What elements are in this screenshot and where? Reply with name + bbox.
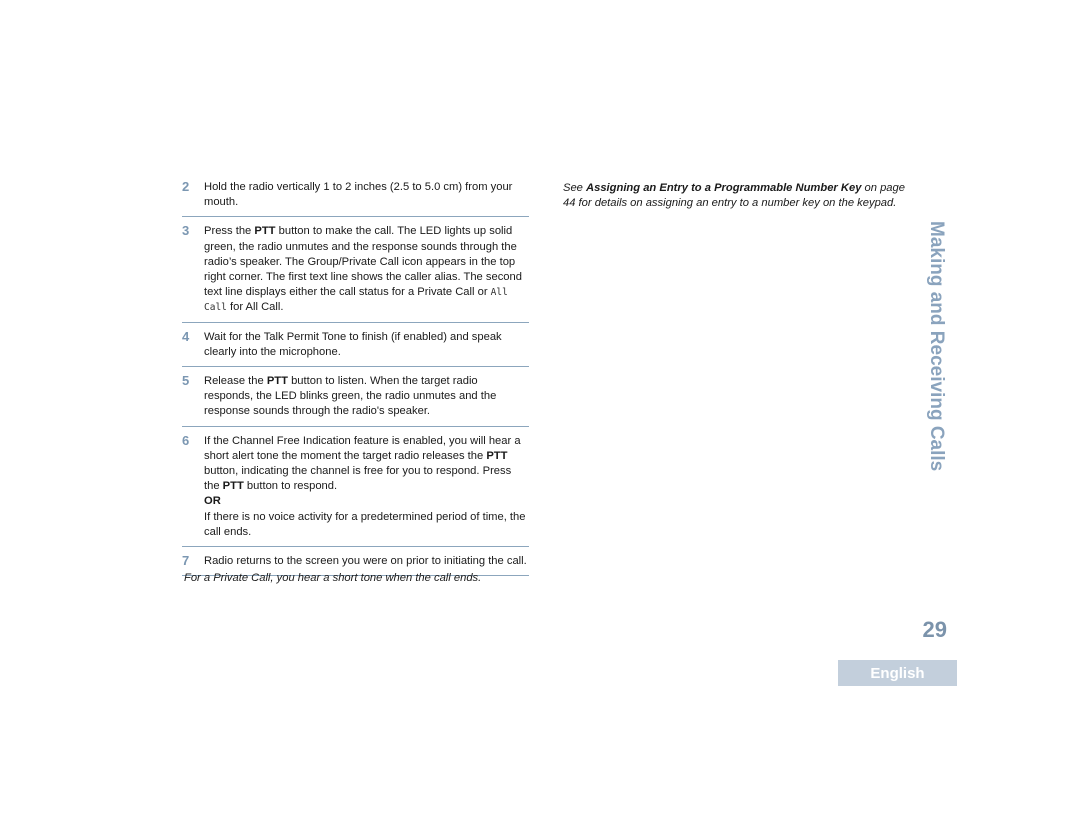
step-text: Radio returns to the screen you were on … xyxy=(204,555,527,568)
step-text: Press the xyxy=(204,225,255,238)
step-3: 3 Press the PTT button to make the call.… xyxy=(182,223,529,323)
procedure-steps: 2 Hold the radio vertically 1 to 2 inche… xyxy=(182,179,529,583)
step-number: 3 xyxy=(182,223,190,239)
step-5: 5 Release the PTT button to listen. When… xyxy=(182,373,529,427)
page-number: 29 xyxy=(922,617,947,642)
step-number: 5 xyxy=(182,373,190,389)
step-text: If the Channel Free Indication feature i… xyxy=(204,434,521,462)
language-tab: English xyxy=(838,660,957,686)
ptt-label: PTT xyxy=(222,480,244,493)
step-number: 7 xyxy=(182,553,190,569)
step-number: 4 xyxy=(182,328,190,344)
step-6: 6 If the Channel Free Indication feature… xyxy=(182,432,529,548)
step-number: 6 xyxy=(182,432,190,448)
step-text: for All Call. xyxy=(226,301,284,314)
ptt-label: PTT xyxy=(266,375,288,388)
or-separator: OR xyxy=(204,495,221,508)
note-text: For a Private Call, you hear a short ton… xyxy=(184,572,482,584)
step-text: If there is no voice activity for a pred… xyxy=(204,510,526,538)
ptt-label: PTT xyxy=(486,449,508,462)
chapter-side-title: Making and Receiving Calls xyxy=(926,221,947,472)
ptt-label: PTT xyxy=(254,225,276,238)
step-text: Hold the radio vertically 1 to 2 inches … xyxy=(204,181,513,209)
step-number: 2 xyxy=(182,179,190,194)
see-also-text: See xyxy=(563,182,587,194)
step-text: Wait for the Talk Permit Tone to finish … xyxy=(204,330,502,358)
step-text: button to respond. xyxy=(243,480,338,493)
step-text: Release the xyxy=(204,375,267,388)
cross-reference-link[interactable]: Assigning an Entry to a Programmable Num… xyxy=(586,182,861,194)
step-2: 2 Hold the radio vertically 1 to 2 inche… xyxy=(182,179,529,218)
step-4: 4 Wait for the Talk Permit Tone to finis… xyxy=(182,328,529,368)
see-also-reference: See Assigning an Entry to a Programmable… xyxy=(563,181,913,212)
